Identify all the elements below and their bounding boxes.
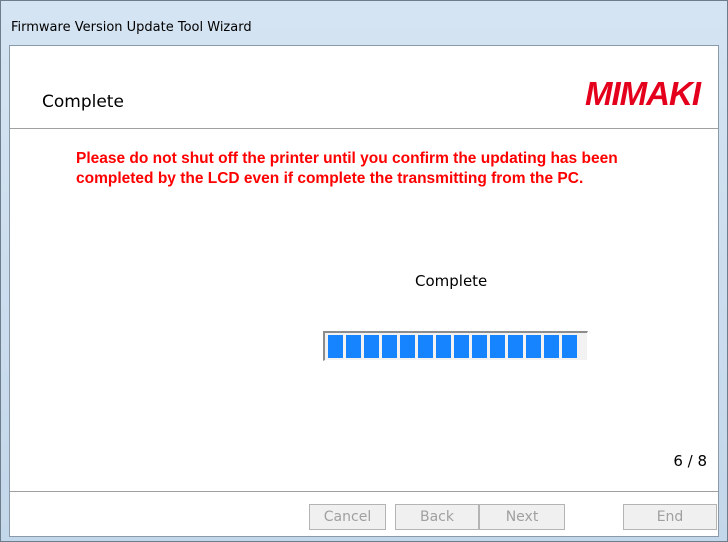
mimaki-logo: MIMAKI	[585, 75, 703, 112]
progress-block	[526, 335, 541, 358]
page-counter: 6 / 8	[673, 452, 707, 470]
progress-bar	[323, 331, 588, 361]
progress-block	[418, 335, 433, 358]
progress-block	[346, 335, 361, 358]
progress-block	[382, 335, 397, 358]
wizard-content: Complete MIMAKI Please do not shut off t…	[9, 45, 719, 537]
next-button[interactable]: Next	[479, 504, 565, 530]
end-button[interactable]: End	[623, 504, 717, 530]
footer-divider	[10, 491, 718, 493]
window-title: Firmware Version Update Tool Wizard	[11, 20, 252, 35]
status-label: Complete	[415, 272, 488, 290]
progress-block	[364, 335, 379, 358]
progress-block	[562, 335, 577, 358]
warning-message: Please do not shut off the printer until…	[76, 150, 618, 187]
header-divider	[10, 128, 718, 130]
progress-block	[328, 335, 343, 358]
progress-block	[508, 335, 523, 358]
page-title: Complete	[42, 92, 124, 112]
progress-block	[490, 335, 505, 358]
title-bar[interactable]: Firmware Version Update Tool Wizard	[1, 1, 727, 45]
wizard-window: Firmware Version Update Tool Wizard Comp…	[0, 0, 728, 542]
progress-block	[544, 335, 559, 358]
cancel-button[interactable]: Cancel	[309, 504, 386, 530]
mimaki-logo-text: MIMAKI	[585, 75, 702, 112]
progress-block	[454, 335, 469, 358]
progress-block	[400, 335, 415, 358]
progress-block	[436, 335, 451, 358]
back-button[interactable]: Back	[395, 504, 479, 530]
progress-block	[472, 335, 487, 358]
